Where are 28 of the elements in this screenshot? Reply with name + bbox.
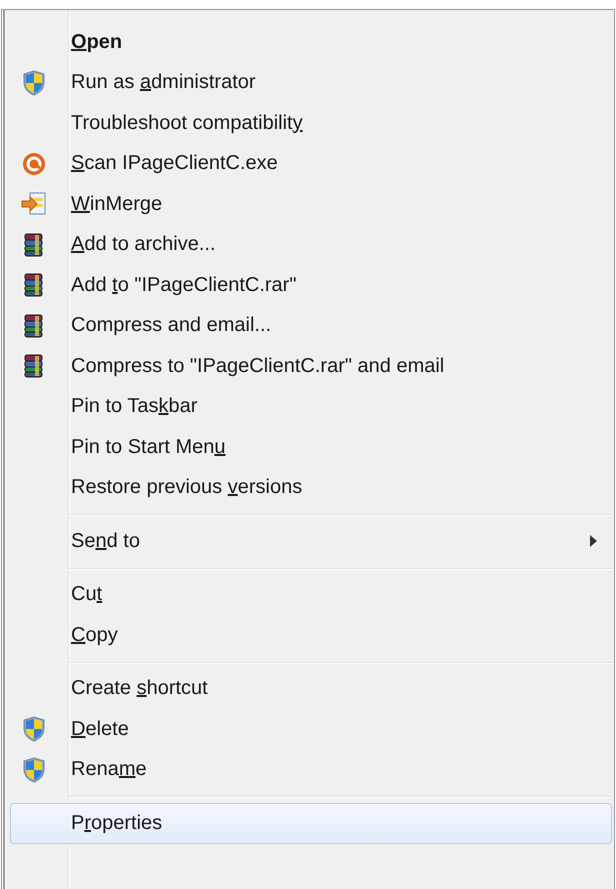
books-icon [23, 232, 45, 257]
books-icon [23, 273, 45, 298]
menu-item[interactable]: WinMerge [10, 184, 612, 224]
menu-item[interactable]: Open [10, 22, 612, 62]
books-icon [23, 314, 45, 338]
menu-item[interactable]: Delete [10, 709, 612, 750]
shield-icon [23, 716, 45, 742]
books-icon [23, 354, 45, 378]
menu-item[interactable]: Create shortcut [10, 668, 612, 709]
menu-item[interactable]: Compress and email... [10, 306, 612, 346]
menu-item[interactable]: Pin to Start Menu [10, 427, 612, 468]
document-arrow-icon [21, 192, 47, 216]
ring-icon [22, 152, 46, 176]
menu-item[interactable]: Cut [10, 574, 612, 615]
menu-item[interactable]: Copy [10, 615, 612, 656]
menu-item[interactable]: Scan IPageClientC.exe [10, 144, 612, 184]
menu-item[interactable]: Restore previous versions [10, 468, 612, 508]
menu-item[interactable]: Properties [10, 803, 612, 844]
shield-icon [23, 756, 45, 783]
menu-item[interactable]: Pin to Taskbar [10, 386, 612, 427]
shield-icon [23, 70, 45, 96]
menu-item[interactable]: Rename [10, 750, 612, 790]
menu-item[interactable]: Troubleshoot compatibility [10, 103, 612, 144]
menu-item[interactable]: Compress to "IPageClientC.rar" and email [10, 346, 612, 386]
menu-item[interactable]: Run as administrator [10, 62, 612, 103]
menu-item[interactable]: Send to [10, 521, 612, 562]
menu-item[interactable]: Add to archive... [10, 224, 612, 265]
menu-item[interactable]: Add to "IPageClientC.rar" [10, 265, 612, 306]
